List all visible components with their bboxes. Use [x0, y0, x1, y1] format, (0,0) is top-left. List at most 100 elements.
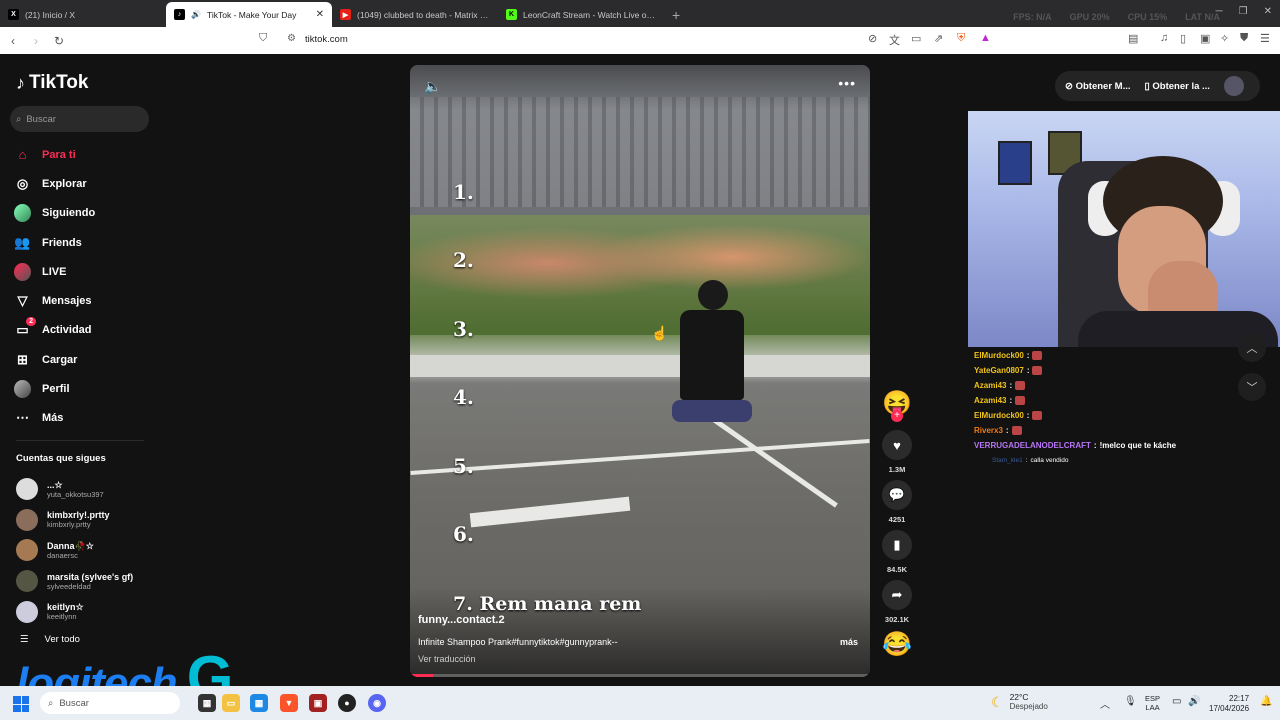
nav-cargar[interactable]: ⊞ Cargar	[14, 345, 164, 374]
chat-message: Stam_kle1: calla vendido	[992, 453, 1214, 468]
comment-button[interactable]: 💬 4251	[880, 480, 914, 524]
next-video-button[interactable]: ﹀	[1238, 373, 1266, 401]
get-coins-button[interactable]: ⊘ Obtener M...	[1065, 81, 1131, 92]
brave-shield-icon[interactable]: ⛨	[957, 32, 965, 45]
bookmark-icon[interactable]: ⛉	[259, 32, 267, 45]
taskbar-search[interactable]: ⌕ Buscar	[40, 692, 180, 714]
chat-username[interactable]: ElMurdock00	[974, 351, 1024, 360]
nav-mas[interactable]: ⋯ Más	[14, 404, 164, 433]
nav-label: Siguiendo	[42, 207, 96, 220]
nav-perfil[interactable]: Perfil	[14, 374, 164, 403]
translate-off-icon[interactable]: ⊘	[868, 32, 877, 45]
get-app-button[interactable]: ▯ Obtener la ...	[1145, 81, 1210, 92]
share-button[interactable]: ➦ 302.1K	[880, 580, 914, 624]
friends-icon: 👥	[14, 234, 31, 250]
menu-icon[interactable]: ☰	[1260, 32, 1270, 45]
site-info-icon[interactable]: ⚙	[287, 33, 296, 44]
video-progress-bar[interactable]	[410, 674, 870, 677]
close-tab-icon[interactable]: ✕	[316, 9, 324, 20]
obs-app-icon[interactable]: ▣	[309, 694, 327, 712]
nav-friends[interactable]: 👥 Friends	[14, 228, 164, 257]
send-icon: ▽	[17, 293, 28, 309]
chat-username[interactable]: Azami43	[974, 381, 1006, 390]
close-window-icon[interactable]: ✕	[1264, 6, 1272, 17]
url-field[interactable]: tiktok.com	[305, 34, 348, 45]
tab-kick[interactable]: K LeonCraft Stream - Watch Live on Ki	[498, 2, 664, 27]
music-icon[interactable]: ♫	[1160, 32, 1168, 44]
translate-icon[interactable]: 文	[889, 32, 900, 48]
nav-siguiendo[interactable]: Siguiendo	[14, 199, 164, 228]
list-icon: ☰	[20, 634, 29, 645]
nav-live[interactable]: LIVE	[14, 257, 164, 286]
save-button[interactable]: ▮ 84.5K	[880, 530, 914, 574]
description-more-button[interactable]: más	[840, 637, 858, 647]
search-input[interactable]: ⌕ Buscar	[10, 106, 149, 132]
network-icon[interactable]: ▭	[1172, 696, 1181, 707]
tab-tiktok[interactable]: ♪ 🔊 TikTok - Make Your Day ✕	[166, 2, 332, 27]
tab-youtube[interactable]: ▶ (1049) clubbed to death - Matrix sou	[332, 2, 498, 27]
clock[interactable]: 22:17 17/04/2026	[1209, 694, 1249, 714]
share-icon[interactable]: ⇗	[934, 32, 943, 45]
nav-actividad[interactable]: ▭ 2 Actividad	[14, 316, 164, 345]
ai-icon[interactable]: ✧	[1220, 32, 1229, 45]
file-explorer-icon[interactable]: ▭	[222, 694, 240, 712]
following-account[interactable]: keitlyn☆ keeitlynn	[16, 596, 133, 627]
video-actions: 😝 + ♥ 1.3M 💬 4251 ▮ 84.5K ➦ 302.1K 😂	[880, 389, 914, 665]
following-account[interactable]: Danna🥀☆ danaersc	[16, 535, 133, 566]
wallet-icon[interactable]: ▣	[1200, 32, 1210, 45]
following-account[interactable]: marsita (sylvee's gf) sylveedeldad	[16, 566, 133, 597]
cast-icon[interactable]: ▭	[911, 32, 921, 45]
speaker-icon[interactable]: 🔊	[191, 10, 201, 19]
following-account[interactable]: ...☆ yuta_okkotsu397	[16, 474, 133, 505]
microphone-icon[interactable]: 🎙	[1124, 696, 1137, 711]
volume-icon[interactable]: 🔊	[1188, 696, 1200, 707]
reload-icon[interactable]: ↻	[49, 34, 69, 48]
new-tab-button[interactable]: +	[664, 7, 688, 27]
task-view-icon[interactable]: ▦	[198, 694, 216, 712]
chat-username[interactable]: Riverx3	[974, 426, 1003, 435]
nav-mensajes[interactable]: ▽ Mensajes	[14, 286, 164, 315]
weather-widget[interactable]: ☾ 22°C Despejado	[991, 692, 1048, 712]
more-options-icon[interactable]: •••	[838, 75, 856, 91]
following-account[interactable]: kimbxrly!.prtty kimbxrly.prtty	[16, 505, 133, 536]
translate-button[interactable]: Ver traducción	[418, 654, 476, 664]
minimize-icon[interactable]: ─	[1216, 6, 1223, 17]
nav-explorar[interactable]: ◎ Explorar	[14, 169, 164, 198]
panel-icon[interactable]: ▯	[1180, 32, 1186, 45]
volume-icon[interactable]: 🔈	[424, 78, 441, 95]
windows-start-icon[interactable]	[13, 696, 29, 712]
avatar[interactable]	[1223, 76, 1244, 96]
notifications-icon[interactable]: 🔔	[1260, 696, 1272, 707]
previous-video-button[interactable]: ︿	[1238, 334, 1266, 362]
chat-username[interactable]: Azami43	[974, 396, 1006, 405]
sound-disc[interactable]: 😂	[880, 630, 914, 659]
back-icon[interactable]: ‹	[3, 34, 23, 48]
chat-username[interactable]: Stam_kle1	[992, 457, 1023, 464]
creator-avatar[interactable]: 😝 +	[880, 389, 914, 422]
store-icon[interactable]: ▦	[250, 694, 268, 712]
like-button[interactable]: ♥ 1.3M	[880, 430, 914, 474]
see-all-button[interactable]: ☰ Ver todo	[20, 634, 80, 645]
vpn-icon[interactable]: ⛊	[1240, 32, 1248, 45]
tray-chevron-icon[interactable]: ︿	[1100, 696, 1110, 711]
window-controls: ─ ❐ ✕	[1216, 6, 1272, 17]
forward-icon[interactable]: ›	[26, 34, 46, 48]
rewards-icon[interactable]: ▲	[980, 32, 991, 44]
video-author[interactable]: funny...contact.2	[418, 614, 505, 626]
chat-username[interactable]: YateGan0807	[974, 366, 1024, 375]
tab-x[interactable]: X (21) Inicio / X	[0, 2, 166, 27]
chat-username[interactable]: ElMurdock00	[974, 411, 1024, 420]
language-indicator[interactable]: ESP LAA	[1145, 694, 1160, 712]
nav-para-ti[interactable]: ⌂ Para ti	[14, 140, 164, 169]
brave-icon[interactable]: ▼	[280, 694, 298, 712]
language-code: ESP	[1145, 694, 1161, 703]
chat-message: Riverx3:	[974, 423, 1214, 438]
tiktok-logo[interactable]: ♪ TikTok	[16, 72, 88, 94]
obs-icon[interactable]: ●	[338, 694, 356, 712]
chat-username[interactable]: VERRUGADELANODELCRAFT	[974, 441, 1091, 450]
restore-icon[interactable]: ❐	[1239, 6, 1248, 17]
sidebar-icon[interactable]: ▤	[1128, 32, 1138, 45]
follow-plus-icon[interactable]: +	[891, 410, 903, 422]
video-player[interactable]: 1. 2. 3. 4. 5. 6. 7. Rem mana rem 🔈 ••• …	[410, 65, 870, 677]
discord-icon[interactable]: ◉	[368, 694, 386, 712]
